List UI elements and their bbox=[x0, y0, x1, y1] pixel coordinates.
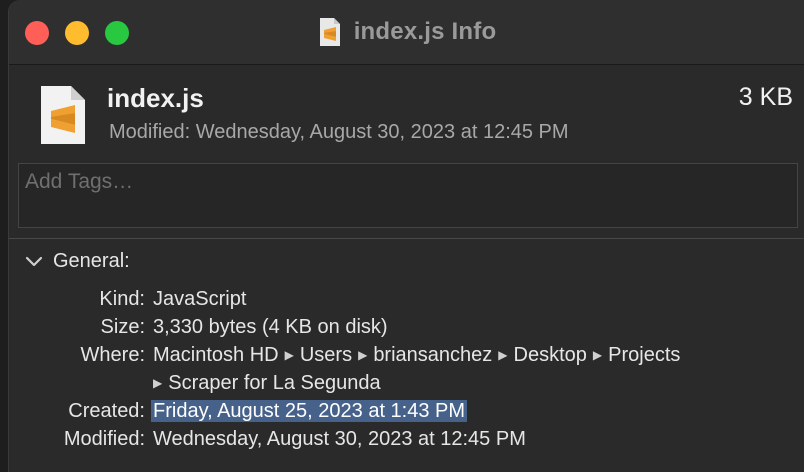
where-label: Where: bbox=[80, 344, 145, 366]
where-path-line2: ▶ Scraper for La Segunda bbox=[153, 372, 381, 395]
chevron-down-icon[interactable] bbox=[23, 250, 45, 272]
title-bar[interactable]: index.js Info bbox=[9, 0, 804, 65]
modified-label: Modified: bbox=[63, 428, 145, 450]
path-item: Users bbox=[299, 344, 353, 366]
path-item: Desktop bbox=[513, 344, 587, 366]
info-window: index.js Info index.js 3 KB Modified: We… bbox=[8, 0, 804, 472]
general-section-toggle[interactable]: General: bbox=[23, 247, 130, 275]
path-item: briansanchez bbox=[373, 344, 493, 366]
path-separator-icon: ▶ bbox=[592, 348, 603, 362]
general-section-label: General: bbox=[53, 249, 130, 272]
sublime-document-icon bbox=[319, 18, 340, 46]
path-separator-icon: ▶ bbox=[153, 376, 163, 390]
created-row: Created: Friday, August 25, 2023 at 1:43… bbox=[9, 400, 804, 428]
created-value-wrap: Friday, August 25, 2023 at 1:43 PM bbox=[151, 400, 468, 423]
path-separator-icon: ▶ bbox=[284, 348, 294, 362]
tags-placeholder: Add Tags… bbox=[25, 170, 134, 193]
sublime-document-icon bbox=[41, 86, 85, 144]
path-separator-icon: ▶ bbox=[358, 348, 368, 362]
path-separator-icon: ▶ bbox=[498, 348, 508, 362]
window-title: index.js Info bbox=[353, 18, 497, 45]
kind-label: Kind: bbox=[99, 288, 145, 310]
window-title-group: index.js Info bbox=[9, 14, 804, 50]
kind-row: Kind: JavaScript bbox=[9, 288, 804, 316]
where-row-continued: ▶ Scraper for La Segunda bbox=[9, 372, 804, 400]
modified-summary: Modified: Wednesday, August 30, 2023 at … bbox=[109, 121, 569, 143]
kind-value: JavaScript bbox=[153, 288, 247, 310]
modified-value: Wednesday, August 30, 2023 at 12:45 PM bbox=[153, 428, 526, 450]
size-row: Size: 3,330 bytes (4 KB on disk) bbox=[9, 316, 804, 344]
path-item: Scraper for La Segunda bbox=[168, 372, 381, 394]
where-row: Where: Macintosh HD ▶ Users ▶ briansanchez ▶ D… bbox=[9, 344, 804, 372]
path-item: Projects bbox=[608, 344, 681, 366]
created-value[interactable]: Friday, August 25, 2023 at 1:43 PM bbox=[151, 400, 468, 422]
file-header: index.js 3 KB Modified: Wednesday, Augus… bbox=[9, 65, 804, 155]
path-item: Macintosh HD bbox=[153, 344, 279, 366]
file-size: 3 KB bbox=[738, 83, 793, 111]
size-value: 3,330 bytes (4 KB on disk) bbox=[153, 316, 388, 338]
section-divider bbox=[9, 238, 804, 239]
tags-field[interactable]: Add Tags… bbox=[18, 163, 798, 228]
created-label: Created: bbox=[68, 400, 145, 422]
size-label: Size: bbox=[100, 316, 145, 338]
modified-row: Modified: Wednesday, August 30, 2023 at … bbox=[9, 428, 804, 456]
file-name: index.js bbox=[107, 83, 204, 113]
where-path-line1: Macintosh HD ▶ Users ▶ briansanchez ▶ Desktop ▶… bbox=[153, 344, 680, 367]
